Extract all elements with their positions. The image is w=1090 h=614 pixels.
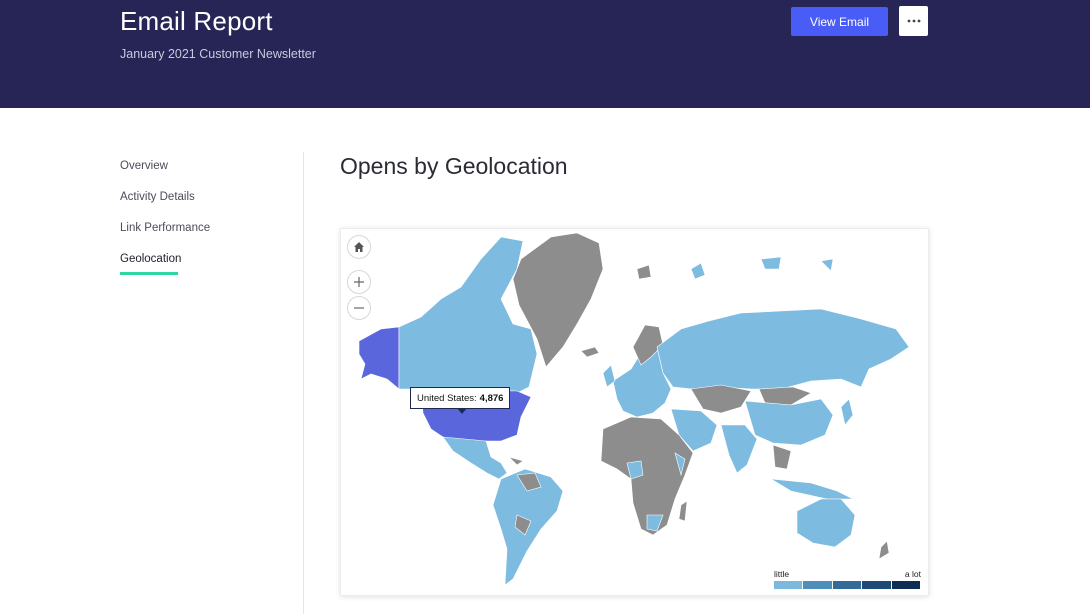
zoom-in-icon (354, 277, 364, 287)
report-header: Email Report January 2021 Customer Newsl… (0, 0, 1090, 108)
region-southeast-asia[interactable] (772, 444, 792, 470)
region-central-asia[interactable] (690, 384, 752, 414)
region-russia[interactable] (656, 308, 910, 390)
region-mexico[interactable] (442, 436, 508, 480)
home-icon (354, 242, 364, 252)
more-options-button[interactable] (899, 6, 928, 36)
zoom-out-icon (354, 307, 364, 309)
ellipsis-icon (907, 19, 920, 23)
world-map[interactable] (341, 229, 929, 596)
home-button[interactable] (347, 235, 371, 259)
legend-swatch-4 (862, 581, 891, 589)
view-email-button[interactable]: View Email (791, 7, 888, 36)
geolocation-map[interactable]: United States: 4,876 little a lot (340, 228, 929, 596)
legend-low-label: little (774, 569, 790, 579)
region-indonesia[interactable] (770, 478, 854, 500)
region-canada[interactable] (398, 236, 538, 394)
region-australia[interactable] (796, 498, 856, 548)
report-sidebar-nav: Overview Activity Details Link Performan… (120, 160, 300, 284)
active-nav-indicator (120, 272, 178, 275)
tooltip-country: United States: (417, 392, 477, 404)
zoom-in-button[interactable] (347, 270, 371, 294)
region-japan[interactable] (840, 398, 854, 426)
tooltip-pointer (457, 408, 467, 414)
sidebar-item-geolocation[interactable]: Geolocation (120, 253, 300, 284)
tooltip-value: 4,876 (479, 392, 504, 404)
sidebar-item-overview[interactable]: Overview (120, 160, 300, 191)
region-caribbean[interactable] (507, 456, 524, 466)
region-new-zealand[interactable] (878, 540, 890, 560)
legend-swatch-2 (803, 581, 832, 589)
legend-swatch-5 (891, 581, 921, 589)
page-title: Email Report (120, 6, 273, 36)
legend-color-scale (774, 581, 921, 589)
region-svalbard[interactable] (636, 264, 652, 280)
sidebar-item-link-performance[interactable]: Link Performance (120, 222, 300, 253)
legend-high-label: a lot (904, 569, 921, 579)
map-tooltip: United States: 4,876 (410, 387, 511, 409)
region-alaska[interactable] (358, 326, 400, 390)
region-india[interactable] (720, 424, 758, 474)
sidebar-divider (303, 152, 304, 614)
sidebar-item-activity-details[interactable]: Activity Details (120, 191, 300, 222)
page-subtitle: January 2021 Customer Newsletter (120, 47, 316, 61)
region-arctic-islands[interactable] (690, 256, 834, 280)
region-iceland[interactable] (580, 346, 600, 358)
legend-swatch-1 (774, 581, 803, 589)
region-uk[interactable] (602, 364, 616, 388)
section-title: Opens by Geolocation (340, 153, 568, 179)
legend-swatch-3 (832, 581, 862, 589)
region-madagascar[interactable] (678, 500, 688, 522)
map-legend: little a lot (774, 569, 921, 589)
zoom-out-button[interactable] (347, 296, 371, 320)
region-china[interactable] (744, 398, 834, 446)
